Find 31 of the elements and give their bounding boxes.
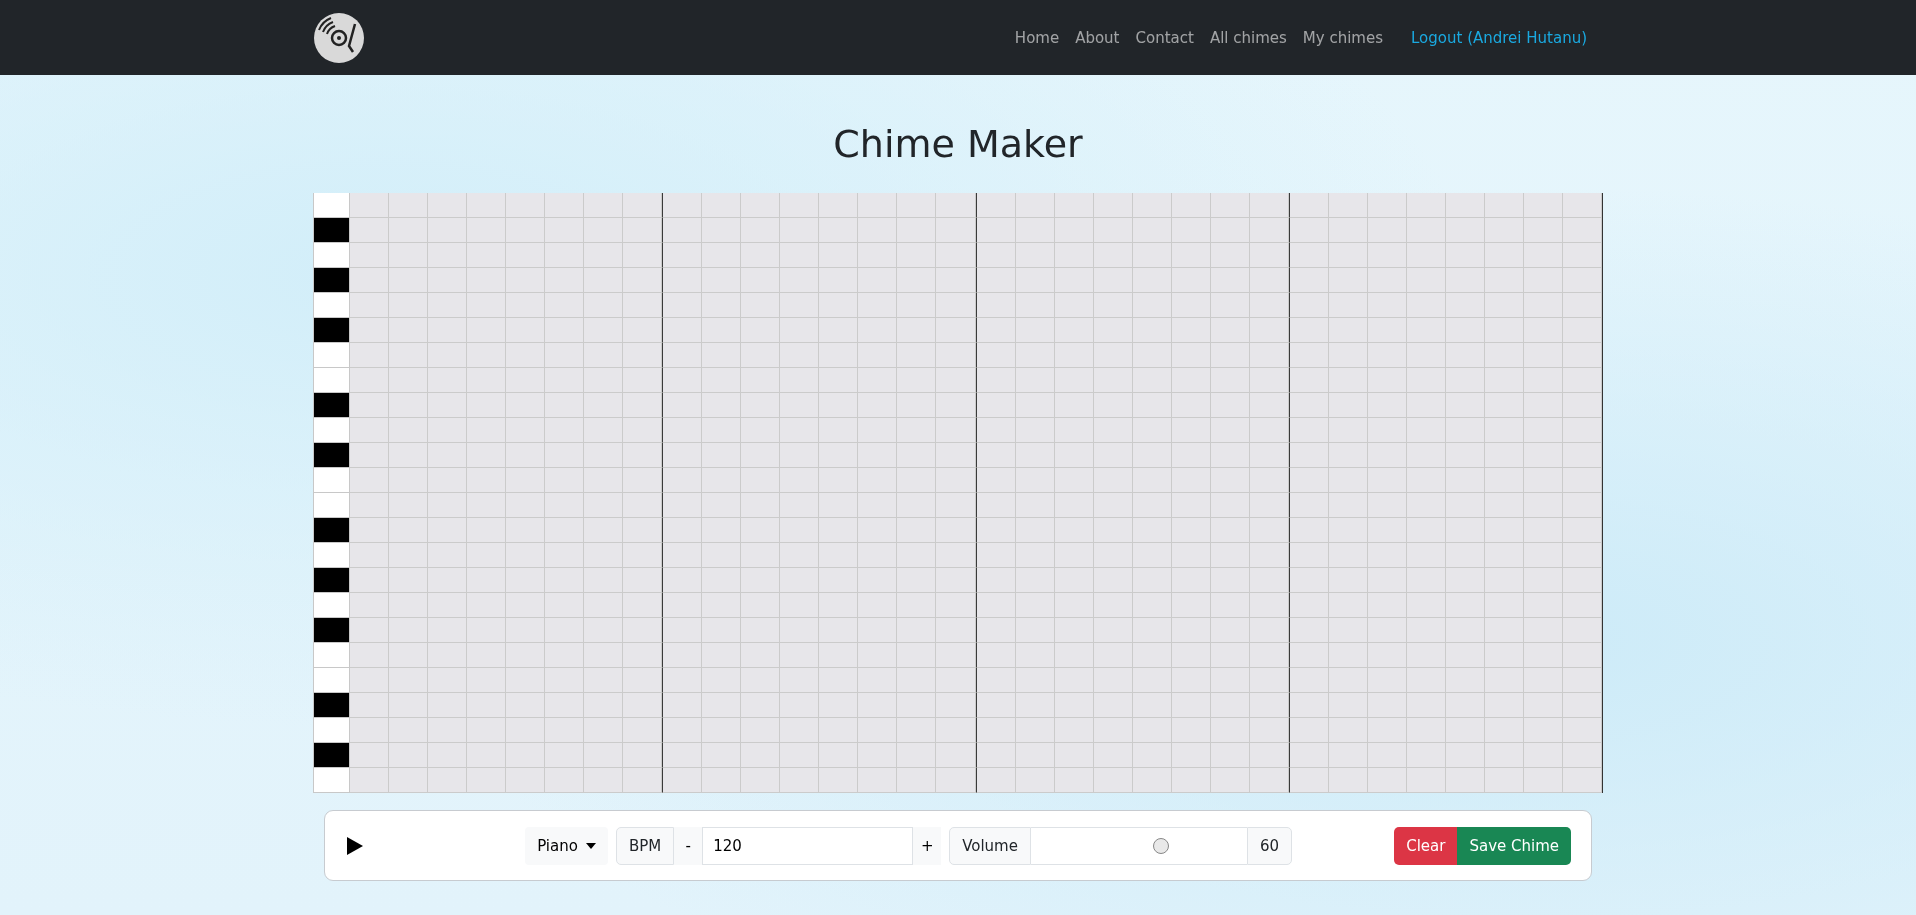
piano-key[interactable] (313, 318, 350, 343)
page-title: Chime Maker (832, 121, 1084, 168)
logout-link[interactable]: Logout (Andrei Hutanu) (1403, 28, 1595, 47)
piano-key[interactable] (313, 443, 350, 468)
volume-label: Volume (949, 826, 1031, 865)
piano-key[interactable] (313, 743, 350, 768)
increment-button[interactable]: + (913, 826, 942, 865)
piano-key[interactable] (313, 218, 350, 243)
nav-link[interactable]: Home (1006, 28, 1068, 47)
clear-button[interactable]: Clear (1394, 826, 1458, 865)
slider-thumb[interactable] (1152, 837, 1169, 854)
bpm-field[interactable]: 120 (702, 826, 914, 865)
bpm-label: BPM (615, 826, 675, 865)
volume-reading: 60 (1246, 826, 1293, 865)
volume-slider[interactable] (1030, 826, 1247, 865)
nav-link[interactable]: Contact (1127, 28, 1202, 47)
save-button[interactable]: Save Chime (1457, 826, 1571, 865)
instrument-dropdown[interactable]: Piano (525, 826, 608, 865)
piano-key[interactable] (313, 618, 350, 643)
piano-key[interactable] (313, 693, 350, 718)
decrement-button[interactable]: - (674, 826, 703, 865)
piano-key[interactable] (313, 268, 350, 293)
piano-key[interactable] (313, 393, 350, 418)
nav-link[interactable]: My chimes (1294, 28, 1391, 47)
piano-key[interactable] (313, 518, 350, 543)
vinyl-disc-logo-icon[interactable] (313, 11, 365, 64)
nav-link[interactable]: All chimes (1201, 28, 1295, 47)
play-icon[interactable] (347, 836, 363, 855)
caret-icon (585, 842, 596, 849)
nav-link[interactable]: About (1067, 28, 1128, 47)
piano-key[interactable] (313, 568, 350, 593)
